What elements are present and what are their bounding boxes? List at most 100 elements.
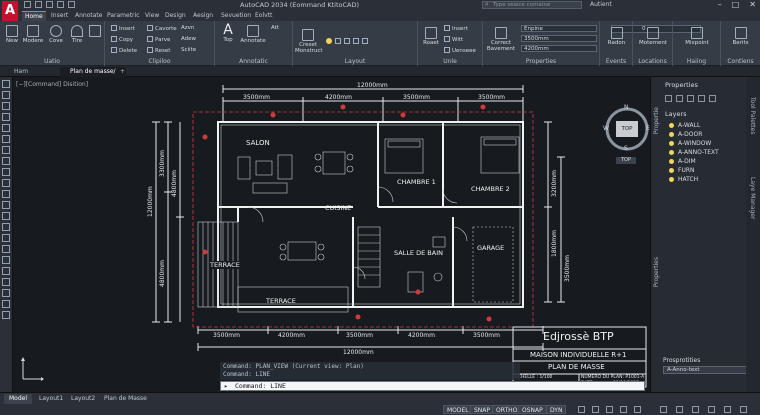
mtext-tool-icon[interactable]: [2, 256, 10, 264]
grid-icon[interactable]: [578, 406, 585, 413]
trim-tool-icon[interactable]: [2, 300, 10, 308]
undo-icon[interactable]: [57, 1, 64, 8]
isolate-icon[interactable]: [676, 406, 683, 413]
layer-on-icon[interactable]: [669, 141, 674, 146]
lightbulb-icon[interactable]: [326, 38, 332, 44]
modify-reset[interactable]: Reset: [147, 47, 170, 54]
redo-icon[interactable]: [68, 1, 75, 8]
viewcube[interactable]: TOP N S E W TOP: [603, 104, 650, 164]
annotation-mini[interactable]: Att: [271, 25, 279, 31]
extend-tool-icon[interactable]: [2, 311, 10, 319]
block-witt[interactable]: Witt: [444, 36, 463, 43]
move-tool-icon[interactable]: [2, 267, 10, 275]
layer-item[interactable]: HATCH: [651, 175, 746, 184]
status-dyn-button[interactable]: DYN: [546, 405, 567, 414]
workspace-icon[interactable]: [660, 406, 667, 413]
spline-tool-icon[interactable]: [2, 157, 10, 165]
status-model-button[interactable]: MODEL: [443, 405, 473, 414]
doc-tab-ham[interactable]: Ham: [4, 67, 38, 77]
rotate-button[interactable]: Roaet: [421, 27, 441, 46]
hardware-accel-icon[interactable]: [692, 406, 699, 413]
text-button[interactable]: A Top: [219, 23, 237, 43]
compass-n[interactable]: N: [624, 104, 629, 111]
layer-manager-tab[interactable]: Laye Manager: [749, 177, 756, 219]
otrack-icon[interactable]: [606, 406, 613, 413]
layer-on-icon[interactable]: [669, 168, 674, 173]
compass-s[interactable]: S: [624, 145, 628, 152]
polygon-tool-icon[interactable]: [2, 113, 10, 121]
tab-annotate[interactable]: Annotate: [72, 11, 105, 21]
palette-tab-propertie[interactable]: Propertie: [653, 107, 663, 134]
user-account[interactable]: Autient: [590, 1, 612, 8]
layer-on-icon[interactable]: [669, 159, 674, 164]
dimension-button[interactable]: Annotate: [239, 25, 267, 44]
command-line-input[interactable]: Command: LINE: [220, 381, 645, 391]
gradient-tool-icon[interactable]: [2, 223, 10, 231]
modify-cavorte[interactable]: Cavorte: [147, 25, 177, 32]
save-icon[interactable]: [46, 1, 53, 8]
line-tool-icon[interactable]: [2, 80, 10, 88]
layout-tab-layout2[interactable]: Layout2: [66, 394, 100, 404]
layout-tab-model[interactable]: Model: [4, 394, 33, 404]
layer-item[interactable]: FURN: [651, 166, 746, 175]
construction-line-icon[interactable]: [2, 91, 10, 99]
layer-item[interactable]: A-WALL: [651, 121, 746, 130]
lineweight-dropdown[interactable]: 3500mm: [521, 35, 597, 42]
layout-tab-layout1[interactable]: Layout1: [34, 394, 68, 404]
layout-tab-plan-de-masse[interactable]: Plan de Masse: [99, 394, 152, 404]
freeze-icon[interactable]: [335, 38, 341, 44]
menu-icon[interactable]: [740, 406, 747, 413]
tab-insert[interactable]: Insert: [48, 11, 71, 21]
point-tool-icon[interactable]: [2, 201, 10, 209]
circle-tool-icon[interactable]: [2, 146, 10, 154]
new-layer-icon[interactable]: [665, 95, 672, 102]
properties-layer-dropdown[interactable]: A-Anno-text: [663, 366, 747, 374]
modify-insert[interactable]: Insert: [111, 25, 135, 32]
tab-sevuetion[interactable]: Sevuetion: [218, 11, 254, 21]
modify-adew[interactable]: Adew: [181, 36, 196, 42]
layer-iso-icon[interactable]: [362, 38, 368, 44]
refresh-icon[interactable]: [698, 95, 705, 102]
hatch-tool-icon[interactable]: [2, 212, 10, 220]
copy-tool-icon[interactable]: [2, 278, 10, 286]
tool-palettes-tab[interactable]: Tool Palettes: [749, 97, 756, 134]
rectangle-tool-icon[interactable]: [2, 124, 10, 132]
ellipse-tool-icon[interactable]: [2, 168, 10, 176]
layer-item[interactable]: A-ANNO-TEXT: [651, 148, 746, 157]
arc-button[interactable]: Tire: [68, 25, 86, 44]
annotation-scale-icon[interactable]: [634, 406, 641, 413]
arc-tool-icon[interactable]: [2, 135, 10, 143]
search-input[interactable]: Type seaice comaine: [482, 1, 582, 9]
modify-parve[interactable]: Parve: [147, 36, 170, 43]
region-tool-icon[interactable]: [2, 234, 10, 242]
polyline-tool-icon[interactable]: [2, 102, 10, 110]
tab-home[interactable]: Home: [22, 11, 46, 21]
drawing-viewport[interactable]: [−][Command] Disition] 12000mm 3500mm 42…: [13, 77, 650, 392]
viewcube-wcs-menu[interactable]: TOP: [616, 157, 636, 164]
tab-aesign[interactable]: Aesign: [190, 11, 216, 21]
insert-tool-icon[interactable]: [2, 179, 10, 187]
customize-icon[interactable]: [724, 406, 731, 413]
polyline-button[interactable]: Modere: [22, 25, 44, 44]
lock-icon[interactable]: [344, 38, 350, 44]
modify-azvn[interactable]: Azvn: [181, 25, 194, 31]
layer-on-icon[interactable]: [669, 150, 674, 155]
compass-w[interactable]: W: [603, 125, 609, 132]
layer-on-icon[interactable]: [669, 177, 674, 182]
clean-screen-icon[interactable]: [708, 406, 715, 413]
maximize-icon[interactable]: □: [732, 0, 740, 9]
layer-item[interactable]: A-WINDOW: [651, 139, 746, 148]
doc-tab-plan[interactable]: Plan de masse/: [60, 67, 126, 77]
table-tool-icon[interactable]: [2, 245, 10, 253]
set-current-icon[interactable]: [687, 95, 694, 102]
mixpoint-button[interactable]: Mixpoint: [679, 27, 715, 46]
new-file-icon[interactable]: [24, 1, 31, 8]
polar-icon[interactable]: [592, 406, 599, 413]
new-tab-icon[interactable]: +: [117, 67, 128, 77]
app-logo[interactable]: A: [2, 1, 18, 21]
lineweight-icon[interactable]: [620, 406, 627, 413]
layer-on-icon[interactable]: [669, 123, 674, 128]
tab-view[interactable]: View: [142, 11, 162, 21]
settings-icon[interactable]: [709, 95, 716, 102]
delete-layer-icon[interactable]: [676, 95, 683, 102]
